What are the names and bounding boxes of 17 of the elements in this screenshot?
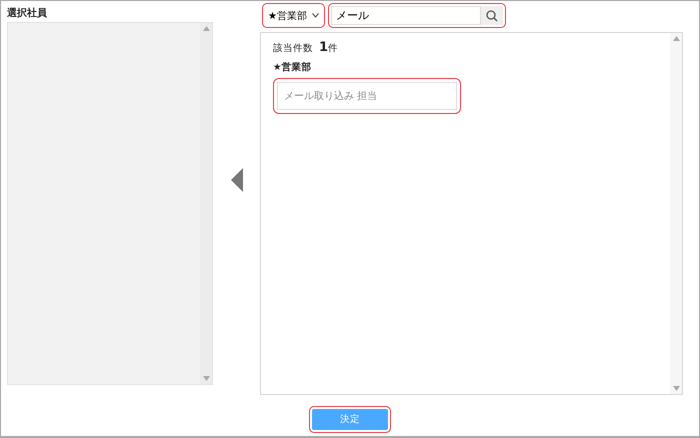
count-label: 該当件数 — [273, 42, 313, 55]
scrollbar[interactable] — [670, 33, 682, 394]
search-icon — [486, 10, 498, 22]
search-field[interactable]: メール — [328, 3, 506, 28]
scroll-up-icon[interactable] — [202, 26, 210, 31]
caret-icon — [312, 13, 319, 18]
group-heading: ★営業部 — [273, 61, 313, 74]
move-left-icon[interactable] — [230, 168, 242, 192]
panel-title: 選択社員 — [7, 6, 48, 21]
scroll-down-icon[interactable] — [202, 376, 210, 381]
scroll-up-icon[interactable] — [672, 36, 680, 41]
search-button[interactable] — [480, 6, 503, 25]
department-select[interactable]: ★営業部 — [262, 3, 325, 28]
scrollbar[interactable] — [200, 23, 212, 384]
result-count: 1件 — [319, 40, 338, 55]
scroll-down-icon[interactable] — [672, 386, 680, 391]
employee-item[interactable]: メール取り込み 担当 — [273, 78, 461, 114]
